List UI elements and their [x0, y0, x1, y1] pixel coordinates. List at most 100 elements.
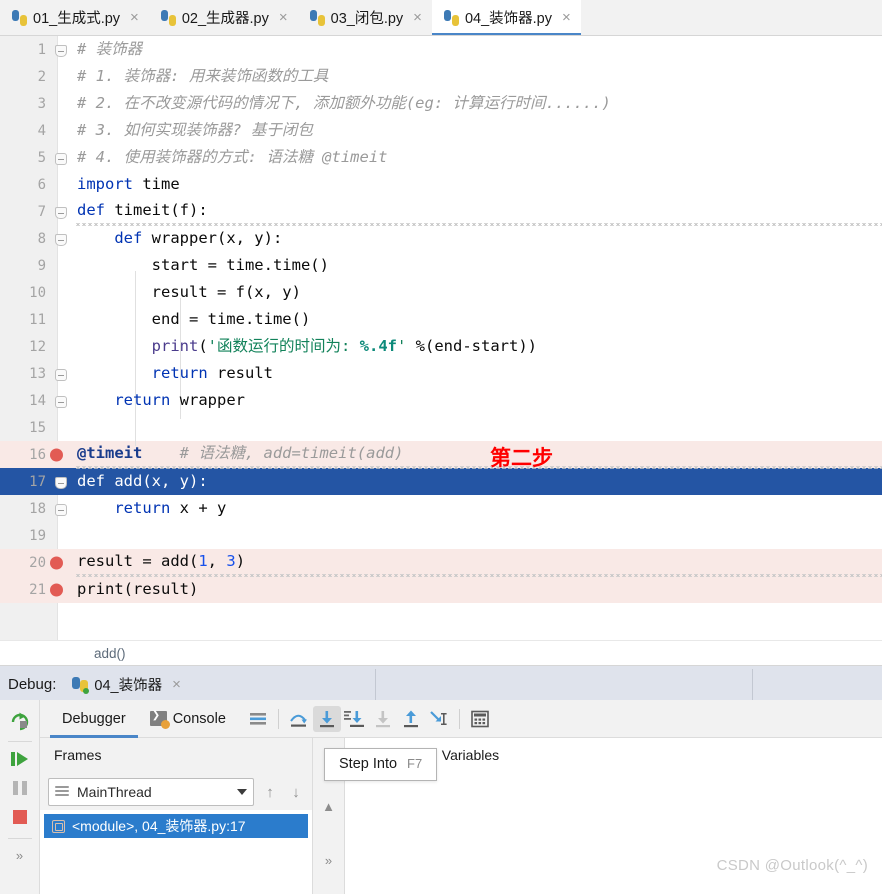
step-up-icon[interactable] [397, 706, 425, 732]
code-line[interactable]: 9 start = time.time() [0, 252, 882, 279]
divider [7, 741, 32, 743]
line-number: 17 [29, 473, 46, 490]
frames-list[interactable]: <module>, 04_装饰器.py:17 [40, 810, 312, 894]
python-file-icon [309, 9, 325, 26]
tooltip-step-into: Step Into F7 [324, 748, 438, 781]
close-icon[interactable]: × [275, 10, 292, 25]
python-run-config-icon [72, 676, 90, 694]
code-line[interactable]: 19 [0, 522, 882, 549]
debug-toolbar: Debugger Console [40, 700, 882, 738]
watermark: CSDN @Outlook(^_^) [716, 857, 868, 874]
line-content: return wrapper [114, 391, 245, 409]
frame-list-item[interactable]: <module>, 04_装饰器.py:17 [44, 814, 308, 838]
close-icon[interactable]: × [168, 677, 185, 692]
editor-tab-bar: 01_生成式.py × 02_生成器.py × 03_闭包.py × 04_装饰… [0, 0, 882, 36]
line-content: print(result) [77, 580, 199, 598]
code-line[interactable]: 14 return wrapper [0, 387, 882, 414]
divider [458, 708, 460, 729]
stop-icon[interactable] [4, 805, 36, 830]
code-line[interactable]: 18 return x + y [0, 495, 882, 522]
code-line[interactable]: 10 result = f(x, y) [0, 279, 882, 306]
fold-marker-icon[interactable] [46, 42, 75, 57]
breakpoint-icon[interactable] [50, 583, 63, 596]
code-line[interactable]: 5 # 4. 使用装饰器的方式: 语法糖 @timeit [0, 144, 882, 171]
code-line[interactable]: 15 [0, 414, 882, 441]
frame-up-button[interactable]: ↑ [260, 784, 280, 801]
step-out-disabled-icon [369, 706, 397, 732]
editor-tab-03[interactable]: 03_闭包.py × [297, 0, 432, 35]
code-line-breakpoint[interactable]: 20 result = add(1, 3) [0, 548, 882, 577]
step-over-icon[interactable] [285, 706, 313, 732]
code-line-breakpoint[interactable]: 21 print(result) [0, 576, 882, 603]
line-content: # 装饰器 [77, 40, 143, 58]
evaluate-expression-icon[interactable] [466, 706, 494, 732]
editor-tab-label: 01_生成式.py [33, 11, 121, 27]
debug-session-tab[interactable]: 04_装饰器 × [66, 666, 190, 703]
code-line[interactable]: 3 # 2. 在不改变源代码的情况下, 添加额外功能(eg: 计算运行时间...… [0, 90, 882, 117]
code-line[interactable]: 4 # 3. 如何实现装饰器? 基于闭包 [0, 117, 882, 144]
line-number: 10 [29, 284, 46, 301]
fold-marker-icon[interactable] [46, 231, 75, 246]
line-number: 8 [37, 230, 46, 247]
line-number: 16 [29, 446, 46, 463]
code-editor[interactable]: 1 # 装饰器 2 # 1. 装饰器: 用来装饰函数的工具 3 # 2. 在不改… [0, 36, 882, 640]
breadcrumb[interactable]: add() [0, 640, 882, 666]
thread-icon [55, 786, 69, 798]
expand-more-icon[interactable]: » [4, 843, 36, 868]
fold-marker-icon[interactable] [46, 501, 75, 516]
line-content: import time [77, 175, 180, 193]
fold-marker-icon[interactable] [46, 474, 75, 489]
frame-down-button[interactable]: ↓ [286, 784, 306, 801]
python-file-icon [12, 9, 27, 26]
fold-marker-icon[interactable] [46, 204, 75, 219]
code-line-breakpoint[interactable]: 16 @timeit # 语法糖, add=timeit(add) 第二步 [0, 440, 882, 470]
code-line[interactable]: 8 def wrapper(x, y): [0, 225, 882, 252]
rerun-icon[interactable] [4, 708, 36, 733]
editor-tab-01[interactable]: 01_生成式.py × [0, 0, 149, 35]
code-line[interactable]: 7 def timeit(f): [0, 197, 882, 225]
line-content: result = f(x, y) [151, 283, 301, 301]
tab-debugger[interactable]: Debugger [50, 700, 138, 738]
fold-marker-icon[interactable] [46, 393, 75, 408]
move-up-icon[interactable]: ▲ [322, 799, 335, 814]
thread-dropdown[interactable]: MainThread [48, 778, 254, 806]
breakpoint-icon[interactable] [50, 448, 63, 461]
divider [375, 669, 376, 700]
chevron-down-icon[interactable] [237, 789, 247, 795]
editor-tab-label: 02_生成器.py [181, 11, 269, 27]
line-content: result = add(1, 3) [75, 548, 882, 577]
editor-tab-02[interactable]: 02_生成器.py × [148, 0, 298, 35]
close-icon[interactable]: × [409, 10, 426, 25]
run-to-cursor-icon[interactable] [425, 706, 453, 732]
tab-console[interactable]: Console [138, 700, 238, 738]
line-number: 14 [29, 392, 46, 409]
fold-marker-icon[interactable] [46, 150, 75, 165]
close-icon[interactable]: × [558, 10, 575, 25]
line-content: return result [151, 364, 273, 382]
code-line[interactable]: 12 print('函数运行的时间为: %.4f' %(end-start)) [0, 333, 882, 360]
mute-breakpoints-icon[interactable] [244, 706, 272, 732]
frame-label: <module>, 04_装饰器.py:17 [72, 818, 246, 834]
editor-tab-04[interactable]: 04_装饰器.py × [431, 0, 581, 35]
line-content: end = time.time() [151, 310, 311, 328]
expand-more-icon[interactable]: » [325, 853, 332, 868]
close-icon[interactable]: × [126, 10, 143, 25]
fold-marker-icon[interactable] [46, 366, 75, 381]
code-line[interactable]: 11 end = time.time() [0, 306, 882, 333]
debug-actions-sidebar: » [0, 700, 40, 894]
resume-icon[interactable] [4, 746, 36, 771]
code-line[interactable]: 1 # 装饰器 [0, 36, 882, 63]
line-content: @timeit # 语法糖, add=timeit(add) [75, 440, 882, 469]
code-line[interactable]: 13 return result [0, 360, 882, 387]
code-line-current[interactable]: 17 def add(x, y): [0, 468, 882, 495]
code-line[interactable]: 2 # 1. 装饰器: 用来装饰函数的工具 [0, 63, 882, 90]
tooltip-shortcut: F7 [407, 756, 423, 771]
step-into-icon[interactable] [312, 705, 341, 732]
line-number: 6 [37, 176, 46, 193]
breakpoint-icon[interactable] [50, 556, 63, 569]
code-line[interactable]: 6 import time [0, 171, 882, 198]
tooltip-label: Step Into [339, 756, 398, 772]
line-content: start = time.time() [151, 256, 329, 274]
pause-icon[interactable] [4, 775, 36, 800]
force-step-into-icon[interactable] [341, 706, 369, 732]
